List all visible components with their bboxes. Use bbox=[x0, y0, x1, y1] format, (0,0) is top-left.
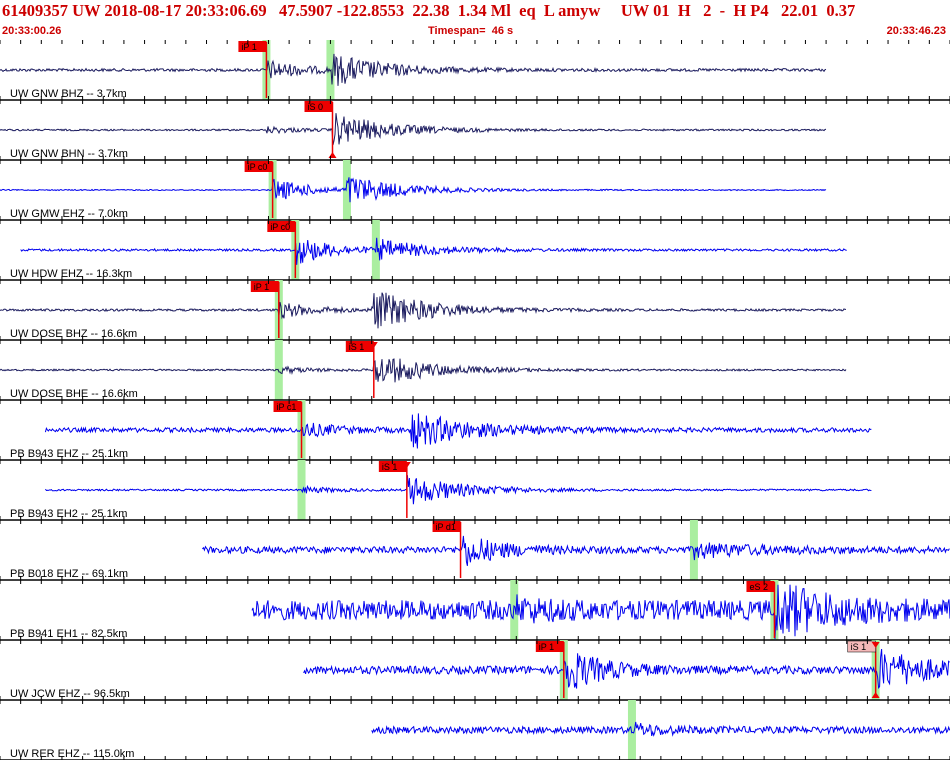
waveform-trace bbox=[0, 113, 827, 146]
waveform-trace bbox=[303, 648, 950, 689]
end-time-label: 20:33:46.23 bbox=[886, 25, 946, 37]
pick-label: iP c1 bbox=[277, 402, 297, 412]
pick-label: iP 1 bbox=[254, 282, 269, 292]
waveform-trace bbox=[0, 292, 846, 329]
waveform-trace bbox=[44, 413, 872, 449]
waveform-trace bbox=[371, 721, 950, 737]
waveform-trace bbox=[202, 535, 950, 567]
station-label: UW GNW BHN -- 3.7km bbox=[10, 148, 128, 160]
station-label: UW GMW EHZ -- 7.0km bbox=[10, 208, 128, 220]
pick-label: iP d1 bbox=[436, 522, 456, 532]
station-label: UW GNW BHZ -- 3.7km bbox=[10, 88, 127, 100]
waveform-trace bbox=[0, 177, 827, 203]
pick-label: eS 2 bbox=[749, 582, 768, 592]
pick-label: iP c0 bbox=[248, 162, 268, 172]
pick-label: iP c0 bbox=[270, 222, 290, 232]
waveform-trace bbox=[251, 584, 950, 640]
station-label: UW HDW EHZ -- 16.3km bbox=[10, 268, 132, 280]
seismogram-panel[interactable]: iP 1UW GNW BHZ -- 3.7kmiS 0UW GNW BHN --… bbox=[0, 40, 950, 760]
pick-marker-up bbox=[328, 152, 337, 158]
timespan-prefix: Timespan= bbox=[428, 25, 486, 37]
waveform-trace bbox=[45, 475, 872, 505]
waveform-trace bbox=[20, 237, 847, 265]
timespan-value: 46 s bbox=[491, 25, 514, 37]
pick-label: iP 1 bbox=[241, 42, 256, 52]
waveform-trace bbox=[0, 358, 847, 383]
station-label: PB B941 EH1 -- 82.5km bbox=[10, 628, 127, 640]
pick-label: iS 1 bbox=[382, 462, 398, 472]
station-label: UW RER EHZ -- 115.0km bbox=[10, 748, 134, 760]
pick-label: iS 1 bbox=[851, 642, 867, 652]
station-label: UW JCW EHZ -- 96.5km bbox=[10, 688, 130, 700]
waveform-trace bbox=[0, 53, 827, 86]
event-header: 61409357 UW 2018-08-17 20:33:06.69 47.59… bbox=[0, 0, 950, 24]
station-label: PB B943 EH2 -- 25.1km bbox=[10, 508, 127, 520]
station-label: UW DOSE BHE -- 16.6km bbox=[10, 388, 138, 400]
time-bar: 20:33:00.26 Timespan= 46 s 20:33:46.23 bbox=[0, 24, 950, 38]
station-label: PB B018 EHZ -- 69.1km bbox=[10, 568, 128, 580]
event-title: 61409357 UW 2018-08-17 20:33:06.69 47.59… bbox=[2, 1, 856, 20]
station-label: PB B943 EHZ -- 25.1km bbox=[10, 448, 128, 460]
pick-label: iP 1 bbox=[539, 642, 554, 652]
start-time-label: 20:33:00.26 bbox=[2, 25, 62, 37]
phase-band bbox=[510, 580, 519, 640]
station-label: UW DOSE BHZ -- 16.6km bbox=[10, 328, 137, 340]
timespan-label: Timespan= 46 s bbox=[428, 24, 513, 38]
